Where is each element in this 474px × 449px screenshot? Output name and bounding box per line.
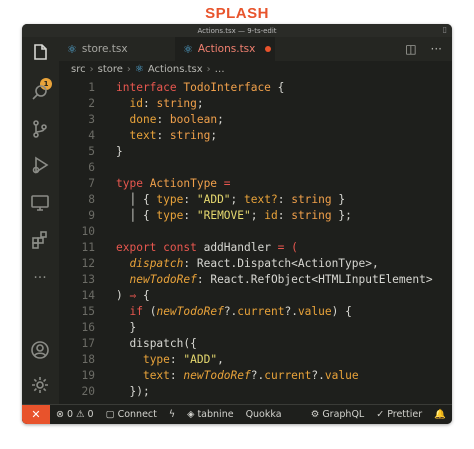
check-icon: ✓ [376,409,385,420]
graphql-button[interactable]: ⚙ GraphQL [305,405,370,425]
database-icon: ▢ [105,409,115,420]
breadcrumb-file[interactable]: Actions.tsx [148,64,203,75]
react-file-icon: ⚛ [183,42,193,56]
quokka-button[interactable]: Quokka [240,405,288,425]
settings-gear-icon[interactable] [29,375,51,397]
chevron-right-icon: › [126,64,131,75]
tab-label: Actions.tsx [197,43,256,55]
prettier-button[interactable]: ✓ Prettier [370,405,428,425]
react-file-icon: ⚛ [134,64,144,75]
extensions-icon[interactable] [29,230,51,252]
tab-store-tsx[interactable]: ⚛ store.tsx [67,37,151,61]
code-line: 11 export const addHandler = ( [81,241,298,254]
account-icon[interactable] [29,340,51,362]
code-line: 8 │ { type: "ADD"; text?: string } [88,193,346,206]
code-line: 1 interface TodoInterface { [88,81,285,94]
layout-icon[interactable]: ▯ [443,25,447,34]
code-line: 5} [88,145,123,158]
activity-bar: 1 ··· [22,37,59,404]
chevron-right-icon: › [89,64,94,75]
graphql-icon: ⚙ [310,409,320,420]
remote-explorer-icon[interactable] [29,193,51,215]
warning-icon: ⚠ [76,409,85,420]
code-line: 19 text: newTodoRef?.current?.value [81,369,359,382]
code-line: 4 text: string; [88,129,218,142]
code-line: 14) ⇒ { [81,289,150,302]
status-bar: ✕ ⊗ 0 ⚠ 0 ▢ Connect ϟ ◈ tabnine Quokka ⚙ Grap… [22,404,452,424]
connect-button[interactable]: ▢ Connect [100,405,163,425]
breadcrumb-src[interactable]: src [71,64,86,75]
lightning-icon[interactable]: ϟ [163,405,181,425]
search-icon[interactable] [29,83,51,105]
source-control-icon[interactable] [29,119,51,141]
title-bar: Actions.tsx — 9-ts-edit ▯ [22,24,452,37]
problems-indicator[interactable]: ⊗ 0 ⚠ 0 [50,405,100,425]
code-editor[interactable]: 1 interface TodoInterface { 2 id: string;… [59,80,452,404]
editor-window: Actions.tsx — 9-ts-edit ▯ 1 ··· ⚛ store.… [22,24,452,424]
tab-bar: ⚛ store.tsx ⚛ Actions.tsx ◫ ··· [59,37,452,61]
code-line: 9 │ { type: "REMOVE"; id: string }; [88,209,352,222]
window-title: Actions.tsx — 9-ts-edit [197,26,277,35]
chevron-right-icon: › [206,64,211,75]
brand-title: SPLASH [205,5,269,22]
code-line: 20 }); [81,385,150,398]
breadcrumb-symbol[interactable]: … [215,64,225,75]
tab-actions-tsx[interactable]: ⚛ Actions.tsx [175,37,275,61]
code-line: 6 [88,161,95,174]
remote-indicator-icon[interactable]: ✕ [22,404,50,424]
code-line: 2 id: string; [88,97,204,110]
code-line: 10 [81,225,95,238]
code-line: 7 type ActionType = [88,177,231,190]
code-line: 15 if (newTodoRef?.current?.value) { [81,305,352,318]
tabnine-button[interactable]: ◈ tabnine [181,405,239,425]
explorer-icon[interactable] [29,43,51,65]
code-line: 16 } [81,321,137,334]
tabnine-icon: ◈ [187,409,195,420]
notifications-bell-icon[interactable]: 🔔 [428,405,452,425]
code-line: 12 dispatch: React.Dispatch<ActionType>, [81,257,379,270]
code-line: 17 dispatch({ [81,337,197,350]
react-file-icon: ⚛ [67,42,77,56]
code-line: 13 newTodoRef: React.RefObject<HTMLInput… [81,273,433,286]
more-icon[interactable]: ··· [29,267,51,289]
breadcrumb: src › store › ⚛ Actions.tsx › … [59,61,452,78]
error-icon: ⊗ [56,409,64,420]
unsaved-dot-icon[interactable] [265,46,272,52]
tab-label: store.tsx [81,43,128,55]
code-line: 18 type: "ADD", [81,353,224,366]
more-actions-icon[interactable]: ··· [431,42,442,56]
run-debug-icon[interactable] [29,155,51,177]
code-line: 3 done: boolean; [88,113,224,126]
breadcrumb-store[interactable]: store [98,64,123,75]
split-editor-icon[interactable]: ◫ [405,42,416,56]
